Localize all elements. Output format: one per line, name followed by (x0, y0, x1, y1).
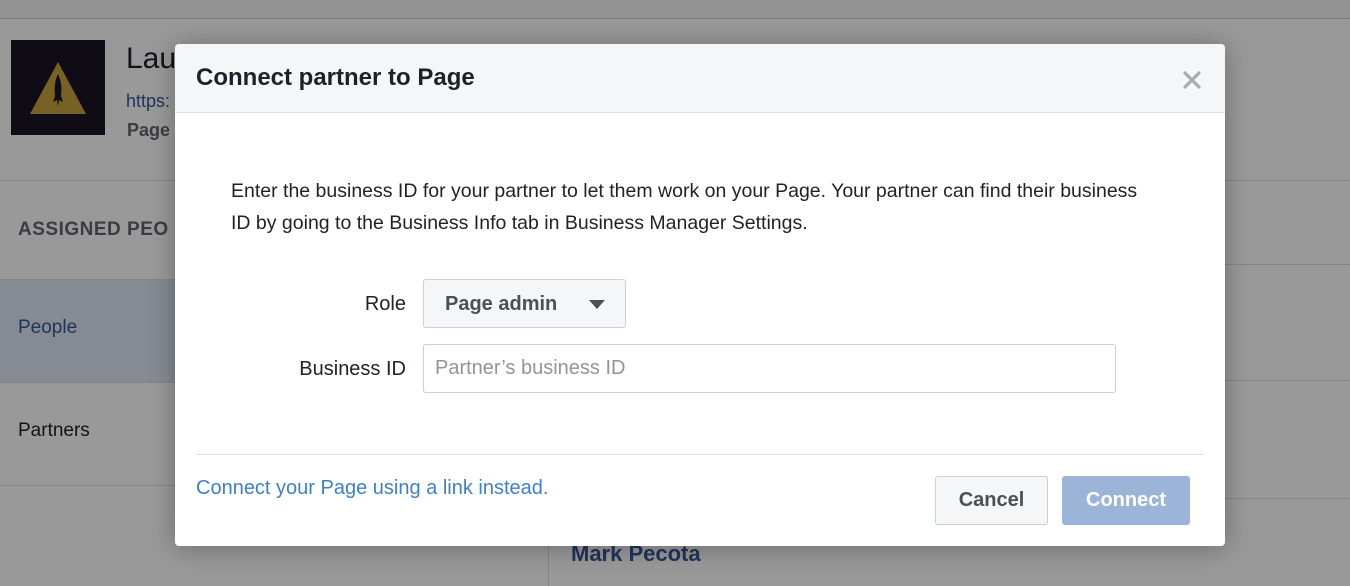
dialog-header: Connect partner to Page (175, 44, 1225, 113)
dialog-description: Enter the business ID for your partner t… (231, 180, 1138, 234)
connect-button[interactable]: Connect (1062, 476, 1190, 525)
connect-via-link[interactable]: Connect your Page using a link instead. (196, 477, 548, 500)
caret-down-icon (589, 300, 605, 309)
role-label: Role (364, 293, 406, 315)
role-dropdown-value: Page admin (445, 293, 558, 315)
close-icon (1183, 71, 1201, 89)
business-id-label: Business ID (299, 358, 406, 380)
dialog-title: Connect partner to Page (196, 64, 475, 91)
connect-partner-dialog: Connect partner to Page Enter the busine… (175, 44, 1225, 546)
cancel-button[interactable]: Cancel (935, 476, 1048, 525)
role-dropdown[interactable]: Page admin (423, 279, 626, 328)
footer-divider (196, 454, 1204, 455)
business-id-input[interactable] (423, 344, 1116, 393)
close-button[interactable] (1180, 68, 1204, 92)
